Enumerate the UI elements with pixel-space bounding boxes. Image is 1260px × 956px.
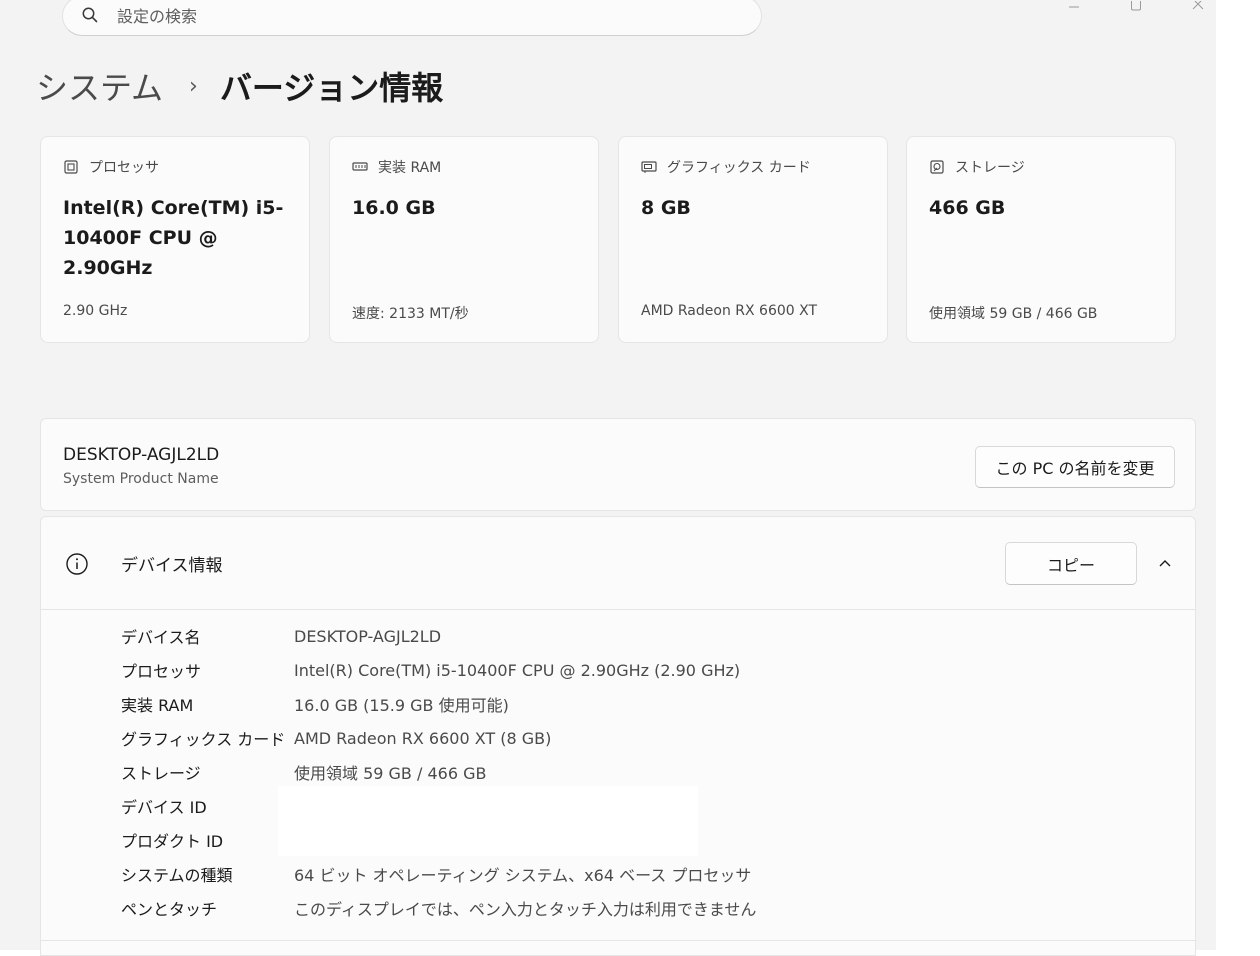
search-box[interactable] bbox=[62, 0, 762, 36]
spec-key: プロダクト ID bbox=[121, 832, 224, 851]
spec-row: システムの種類 64 ビット オペレーティング システム、x64 ベース プロセ… bbox=[121, 857, 751, 891]
page-title: バージョン情報 bbox=[219, 69, 444, 107]
pc-model: System Product Name bbox=[63, 471, 219, 487]
spec-value: AMD Radeon RX 6600 XT (8 GB) bbox=[294, 728, 552, 748]
pc-name-row: DESKTOP-AGJL2LD System Product Name この P… bbox=[40, 418, 1196, 511]
card-subtext: 使用領域 59 GB / 466 GB bbox=[929, 306, 1098, 322]
graphics-card-icon bbox=[641, 161, 657, 173]
spec-row: グラフィックス カード AMD Radeon RX 6600 XT (8 GB) bbox=[121, 721, 551, 755]
breadcrumb-parent-link[interactable]: システム bbox=[36, 63, 163, 109]
card-header: プロセッサ bbox=[63, 157, 159, 177]
spec-row: プロダクト ID bbox=[121, 823, 294, 857]
breadcrumb: システム › バージョン情報 bbox=[36, 64, 443, 108]
ram-icon bbox=[352, 162, 368, 171]
card-label: ストレージ bbox=[955, 160, 1025, 176]
chevron-up-icon bbox=[1159, 560, 1171, 567]
card-subtext: 2.90 GHz bbox=[63, 303, 128, 319]
minimize-icon bbox=[1069, 6, 1079, 8]
search-icon bbox=[82, 7, 98, 23]
storage-icon bbox=[930, 160, 944, 174]
close-button[interactable] bbox=[1178, 0, 1218, 16]
processor-icon bbox=[64, 160, 78, 174]
spec-key: デバイス名 bbox=[121, 628, 201, 647]
spec-row: デバイス名 DESKTOP-AGJL2LD bbox=[121, 619, 441, 653]
card-header: 実装 RAM bbox=[352, 157, 441, 177]
spec-value: 16.0 GB (15.9 GB 使用可能) bbox=[294, 696, 509, 715]
card-label: グラフィックス カード bbox=[667, 160, 811, 176]
card-label: 実装 RAM bbox=[378, 160, 442, 176]
close-icon bbox=[1192, 1, 1204, 10]
spec-row: デバイス ID bbox=[121, 789, 294, 823]
card-subtext: 速度: 2133 MT/秒 bbox=[352, 306, 469, 322]
spec-key: プロセッサ bbox=[121, 662, 202, 681]
spec-key: 実装 RAM bbox=[121, 696, 194, 715]
card-label: プロセッサ bbox=[89, 160, 159, 176]
spec-key: グラフィックス カード bbox=[121, 730, 286, 749]
spec-value: 使用領域 59 GB / 466 GB bbox=[294, 764, 487, 783]
spec-value: このディスプレイでは、ペン入力とタッチ入力は利用できません bbox=[294, 900, 757, 919]
spec-value: Intel(R) Core(TM) i5-10400F CPU @ 2.90GH… bbox=[294, 660, 741, 680]
spec-row: ストレージ 使用領域 59 GB / 466 GB bbox=[121, 755, 486, 789]
ram-card: 実装 RAM 16.0 GB 速度: 2133 MT/秒 bbox=[329, 136, 599, 343]
info-icon bbox=[66, 553, 88, 575]
card-header: ストレージ bbox=[929, 157, 1025, 177]
spec-row: ペンとタッチ このディスプレイでは、ペン入力とタッチ入力は利用できません bbox=[121, 891, 756, 925]
processor-card: プロセッサ Intel(R) Core(TM) i5-10400F CPU @ … bbox=[40, 136, 310, 343]
spec-value: DESKTOP-AGJL2LD bbox=[294, 626, 442, 646]
spec-row: プロセッサ Intel(R) Core(TM) i5-10400F CPU @ … bbox=[121, 653, 740, 687]
storage-card: ストレージ 466 GB 使用領域 59 GB / 466 GB bbox=[906, 136, 1176, 343]
spec-key: デバイス ID bbox=[121, 798, 207, 817]
device-info-title: デバイス情報 bbox=[121, 556, 223, 576]
graphics-card-card: グラフィックス カード 8 GB AMD Radeon RX 6600 XT bbox=[618, 136, 888, 343]
card-subtext: AMD Radeon RX 6600 XT bbox=[641, 303, 818, 319]
device-info-section: デバイス情報 コピー デバイス名 DESKTOP-AGJL2LD プロセッサ I… bbox=[40, 516, 1196, 956]
collapse-button[interactable] bbox=[1149, 547, 1181, 579]
card-value: 16.0 GB bbox=[352, 197, 436, 219]
copy-button[interactable]: コピー bbox=[1005, 542, 1137, 585]
breadcrumb-separator: › bbox=[189, 73, 198, 99]
maximize-button[interactable] bbox=[1116, 0, 1156, 16]
divider bbox=[40, 940, 1196, 941]
card-header: グラフィックス カード bbox=[641, 157, 811, 177]
search-input[interactable] bbox=[117, 1, 717, 31]
redacted-area bbox=[278, 786, 698, 856]
minimize-button[interactable] bbox=[1054, 0, 1094, 16]
spec-key: システムの種類 bbox=[121, 866, 233, 885]
maximize-icon bbox=[1131, 1, 1141, 11]
card-value: 466 GB bbox=[929, 197, 1006, 219]
rename-pc-button[interactable]: この PC の名前を変更 bbox=[975, 446, 1175, 488]
device-info-header[interactable]: デバイス情報 コピー bbox=[41, 517, 1195, 610]
spec-key: ストレージ bbox=[121, 764, 201, 783]
spec-value: 64 ビット オペレーティング システム、x64 ベース プロセッサ bbox=[294, 866, 752, 885]
pc-name: DESKTOP-AGJL2LD bbox=[63, 445, 220, 465]
spec-row: 実装 RAM 16.0 GB (15.9 GB 使用可能) bbox=[121, 687, 509, 721]
card-value: Intel(R) Core(TM) i5-10400F CPU @ 2.90GH… bbox=[63, 197, 284, 279]
spec-key: ペンとタッチ bbox=[121, 900, 218, 919]
card-value: 8 GB bbox=[641, 197, 691, 219]
